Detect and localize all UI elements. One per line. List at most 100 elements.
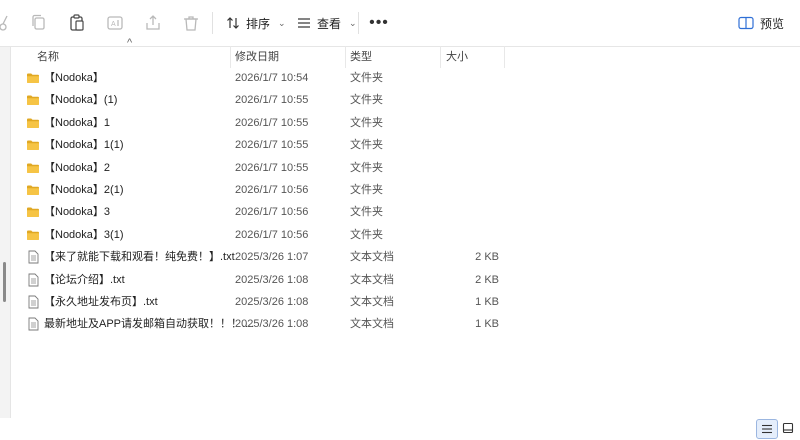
folder-row[interactable]: 【Nodoka】1 2026/1/7 10:55 文件夹	[26, 112, 516, 134]
details-view-icon	[762, 424, 772, 434]
modified-date: 2026/1/7 10:55	[235, 116, 309, 129]
tiles-view-icon	[782, 422, 794, 434]
svg-text:A: A	[111, 21, 116, 28]
view-icon	[298, 18, 310, 28]
file-name: 【Nodoka】1	[44, 116, 111, 129]
file-type: 文件夹	[350, 72, 383, 84]
folder-row[interactable]: 【Nodoka】(1) 2026/1/7 10:55 文件夹	[26, 89, 516, 111]
folder-icon	[26, 71, 40, 85]
text-file-icon	[26, 250, 40, 264]
column-header-type[interactable]: 类型	[350, 46, 372, 68]
cut-icon[interactable]	[0, 12, 14, 34]
file-name: 【Nodoka】	[44, 72, 104, 84]
preview-pane-button[interactable]: 预览	[738, 12, 784, 34]
chevron-down-icon: ⌄	[349, 17, 357, 28]
column-divider[interactable]	[345, 46, 346, 68]
folder-row[interactable]: 【Nodoka】3(1) 2026/1/7 10:56 文件夹	[26, 224, 516, 246]
text-file-icon	[26, 273, 40, 287]
share-icon[interactable]	[142, 12, 164, 34]
modified-date: 2026/1/7 10:56	[235, 206, 309, 219]
file-name: 【来了就能下载和观看！纯免费！】.txt	[44, 251, 235, 264]
column-divider[interactable]	[504, 46, 505, 68]
file-name: 【Nodoka】(1)	[44, 94, 118, 107]
text-file-icon	[26, 295, 40, 309]
tiles-view-button[interactable]	[778, 419, 798, 437]
folder-icon	[26, 138, 40, 152]
column-divider[interactable]	[230, 46, 231, 68]
folder-row[interactable]: 【Nodoka】2 2026/1/7 10:55 文件夹	[26, 157, 516, 179]
status-bar	[0, 418, 800, 440]
toolbar-divider	[212, 12, 213, 34]
view-label: 查看	[317, 16, 342, 31]
file-size: 1 KB	[475, 296, 499, 308]
file-name: 【论坛介绍】.txt	[44, 273, 125, 286]
paste-icon[interactable]	[66, 12, 88, 34]
file-row[interactable]: 最新地址及APP请发邮箱自动获取！！！.... 2025/3/26 1:08 文本文…	[26, 313, 516, 335]
text-file-icon	[26, 317, 40, 331]
column-header-date[interactable]: 修改日期	[235, 46, 279, 68]
folder-icon	[26, 228, 40, 242]
command-bar: A 排序 ⌄ 查看 ⌄ ••• 预览	[0, 0, 800, 47]
modified-date: 2026/1/7 10:56	[235, 184, 309, 196]
column-header-size[interactable]: 大小	[446, 46, 468, 68]
scrollbar-thumb[interactable]	[3, 262, 6, 302]
file-name: 【Nodoka】2	[44, 161, 111, 174]
file-row[interactable]: 【论坛介绍】.txt 2025/3/26 1:08 文本文档 2 KB	[26, 269, 516, 291]
modified-date: 2026/1/7 10:56	[235, 228, 309, 241]
file-name: 最新地址及APP请发邮箱自动获取！！！....	[44, 318, 255, 331]
file-row[interactable]: 【来了就能下载和观看！纯免费！】.txt 2025/3/26 1:07 文本文档 2 …	[26, 246, 516, 268]
modified-date: 2026/1/7 10:54	[235, 72, 309, 84]
file-name: 【Nodoka】1(1)	[44, 139, 124, 152]
file-name: 【Nodoka】3	[44, 206, 111, 219]
modified-date: 2026/1/7 10:55	[235, 139, 309, 152]
folder-row[interactable]: 【Nodoka】2(1) 2026/1/7 10:56 文件夹	[26, 179, 516, 201]
file-type: 文件夹	[350, 139, 383, 152]
file-name: 【永久地址发布页】.txt	[44, 296, 158, 308]
sort-label: 排序	[246, 16, 271, 31]
file-name: 【Nodoka】3(1)	[44, 228, 124, 241]
file-name: 【Nodoka】2(1)	[44, 184, 124, 196]
view-button[interactable]: 查看 ⌄	[297, 12, 357, 34]
sort-button[interactable]: 排序 ⌄	[226, 12, 286, 34]
column-divider[interactable]	[440, 46, 441, 68]
navigation-pane-edge	[0, 47, 11, 419]
folder-row[interactable]: 【Nodoka】1(1) 2026/1/7 10:55 文件夹	[26, 134, 516, 156]
modified-date: 2026/1/7 10:55	[235, 161, 309, 174]
sort-icon	[227, 17, 239, 29]
chevron-down-icon: ⌄	[278, 17, 286, 28]
delete-icon[interactable]	[180, 12, 202, 34]
sort-ascending-icon: ^	[127, 37, 133, 49]
folder-icon	[26, 183, 40, 197]
rename-icon[interactable]: A	[104, 12, 126, 34]
modified-date: 2025/3/26 1:07	[235, 251, 309, 264]
file-type: 文件夹	[350, 94, 383, 107]
modified-date: 2025/3/26 1:08	[235, 318, 309, 331]
modified-date: 2026/1/7 10:55	[235, 94, 309, 107]
file-type: 文件夹	[350, 161, 383, 174]
folder-icon	[26, 93, 40, 107]
preview-label: 预览	[759, 16, 784, 31]
folder-icon	[26, 161, 40, 175]
column-header-name[interactable]: 名称	[37, 46, 59, 68]
details-view-button[interactable]	[756, 419, 778, 439]
modified-date: 2025/3/26 1:08	[235, 296, 309, 308]
file-size: 2 KB	[475, 273, 499, 286]
folder-icon	[26, 205, 40, 219]
folder-row[interactable]: 【Nodoka】 2026/1/7 10:54 文件夹	[26, 67, 516, 89]
preview-pane-icon	[738, 16, 754, 30]
file-row[interactable]: 【永久地址发布页】.txt 2025/3/26 1:08 文本文档 1 KB	[26, 291, 516, 313]
modified-date: 2025/3/26 1:08	[235, 273, 309, 286]
file-type: 文件夹	[350, 184, 383, 196]
file-type: 文本文档	[350, 251, 394, 264]
folder-icon	[26, 116, 40, 130]
file-size: 2 KB	[475, 251, 499, 264]
toolbar-divider	[358, 12, 359, 34]
file-type: 文本文档	[350, 318, 394, 331]
file-type: 文本文档	[350, 273, 394, 286]
file-type: 文件夹	[350, 116, 383, 129]
file-type: 文本文档	[350, 296, 394, 308]
copy-icon[interactable]	[28, 12, 50, 34]
file-size: 1 KB	[475, 318, 499, 331]
more-options-icon[interactable]: •••	[368, 12, 390, 34]
folder-row[interactable]: 【Nodoka】3 2026/1/7 10:56 文件夹	[26, 201, 516, 223]
